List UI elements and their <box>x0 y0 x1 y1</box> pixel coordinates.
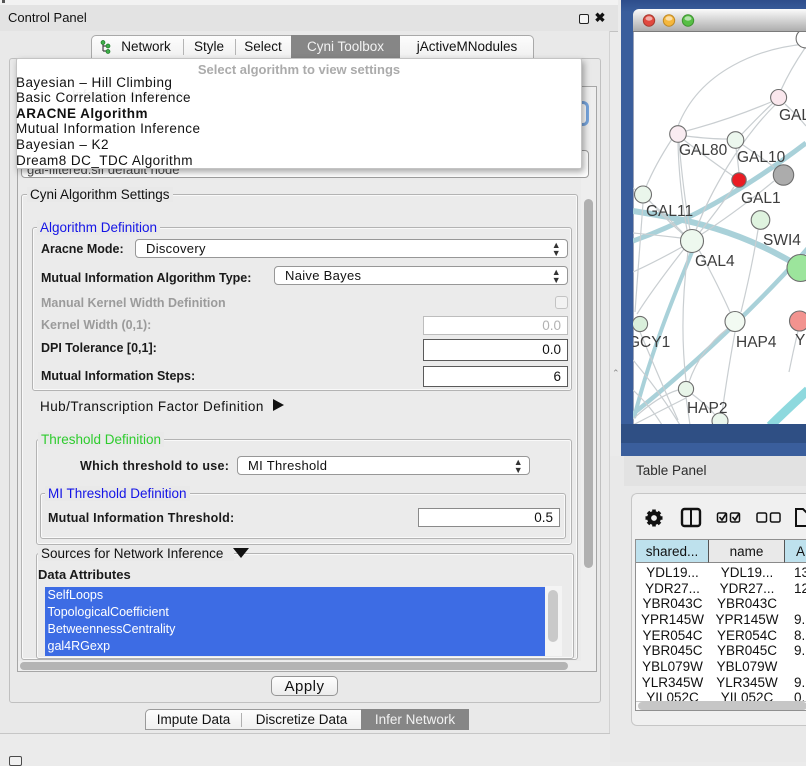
svg-text:GAL4: GAL4 <box>695 253 735 270</box>
svg-text:GAL80: GAL80 <box>679 142 728 159</box>
svg-text:GAL11: GAL11 <box>646 203 693 220</box>
svg-text:GAL10: GAL10 <box>737 149 786 166</box>
svg-text:GCY1: GCY1 <box>633 334 670 351</box>
svg-text:SWI4: SWI4 <box>763 232 801 249</box>
svg-text:HAP4: HAP4 <box>736 334 777 351</box>
svg-text:HAP2: HAP2 <box>687 400 728 417</box>
svg-text:GAL1: GAL1 <box>741 190 781 207</box>
svg-text:GAL7: GAL7 <box>779 107 806 124</box>
svg-text:Y: Y <box>795 332 805 349</box>
